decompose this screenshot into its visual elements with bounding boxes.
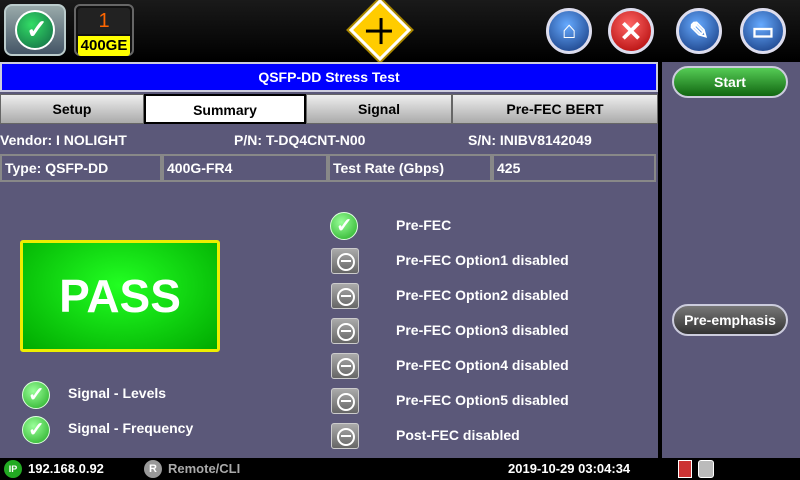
datetime: 2019-10-29 03:04:34 [508,461,631,476]
signal-levels-label: Signal - Levels [68,385,167,401]
fec-item-label: Pre-FEC Option4 disabled [396,357,569,373]
files-button[interactable]: ▭ [740,8,786,54]
disabled-icon [331,423,359,449]
pre-fec-check-icon [330,212,358,240]
folder-icon: ▭ [751,17,775,45]
part-number-text: P/N: T-DQ4CNT-N00 [234,132,366,148]
close-button[interactable]: ✕ [608,8,654,54]
status-bar: IP 192.168.0.92 R Remote/CLI 2019-10-29 … [0,458,800,480]
fec-item-label: Post-FEC disabled [396,427,520,443]
tab-summary[interactable]: Summary [144,94,306,124]
app-logo-button[interactable] [4,4,66,56]
tab-signal[interactable]: Signal [306,94,452,124]
side-panel: Start Pre-emphasis [662,62,800,458]
home-button[interactable]: ⌂ [546,8,592,54]
main-panel: QSFP-DD Stress Test Setup Summary Signal… [0,62,658,458]
signal-levels-check-icon [22,381,50,409]
signal-frequency-check-icon [22,416,50,444]
ip-address: 192.168.0.92 [28,461,104,476]
fec-item-label: Pre-FEC [396,217,452,233]
veex-logo-icon [15,10,55,50]
fec-item-label: Pre-FEC Option5 disabled [396,392,569,408]
vendor-text: Vendor: I NOLIGHT [0,132,127,148]
test-rate-value: 425 [492,154,656,182]
tools-icon: ✎ [688,17,710,45]
serial-number-text: S/N: INIBV8142049 [468,132,592,148]
battery-icon [678,460,692,478]
type-row: Type: QSFP-DD 400G-FR4 Test Rate (Gbps) … [0,154,658,184]
disabled-icon [331,248,359,274]
tab-setup[interactable]: Setup [0,94,144,124]
disabled-icon [331,283,359,309]
start-button[interactable]: Start [672,66,788,98]
port-badge[interactable]: 1 400GE [74,4,134,56]
module-type: Type: QSFP-DD [0,154,162,182]
port-number: 1 [78,8,130,34]
disabled-icon [331,353,359,379]
tab-bar: Setup Summary Signal Pre-FEC BERT [0,94,658,124]
port-rate: 400GE [78,36,130,56]
test-rate-label: Test Rate (Gbps) [328,154,492,182]
page-title: QSFP-DD Stress Test [0,62,658,92]
module-variant: 400G-FR4 [162,154,328,182]
pre-emphasis-button[interactable]: Pre-emphasis [672,304,788,336]
remote-status: Remote/CLI [168,461,241,476]
tab-pre-fec-bert[interactable]: Pre-FEC BERT [452,94,658,124]
disabled-icon [331,318,359,344]
result-indicator: PASS [20,240,220,352]
close-icon: ✕ [619,15,643,47]
module-info: Vendor: I NOLIGHT P/N: T-DQ4CNT-N00 S/N:… [0,132,658,152]
tools-button[interactable]: ✎ [676,8,722,54]
remote-icon: R [144,460,162,478]
top-bar: 1 400GE ⌂ ✕ ✎ ▭ [0,0,800,62]
fec-item-label: Pre-FEC Option2 disabled [396,287,569,303]
disabled-icon [331,388,359,414]
measurement-status-icon[interactable] [348,0,412,62]
home-icon: ⌂ [561,17,577,44]
fec-item-label: Pre-FEC Option3 disabled [396,322,569,338]
ip-icon: IP [4,460,22,478]
power-plug-icon [698,460,714,478]
fec-item-label: Pre-FEC Option1 disabled [396,252,569,268]
signal-frequency-label: Signal - Frequency [68,420,194,436]
